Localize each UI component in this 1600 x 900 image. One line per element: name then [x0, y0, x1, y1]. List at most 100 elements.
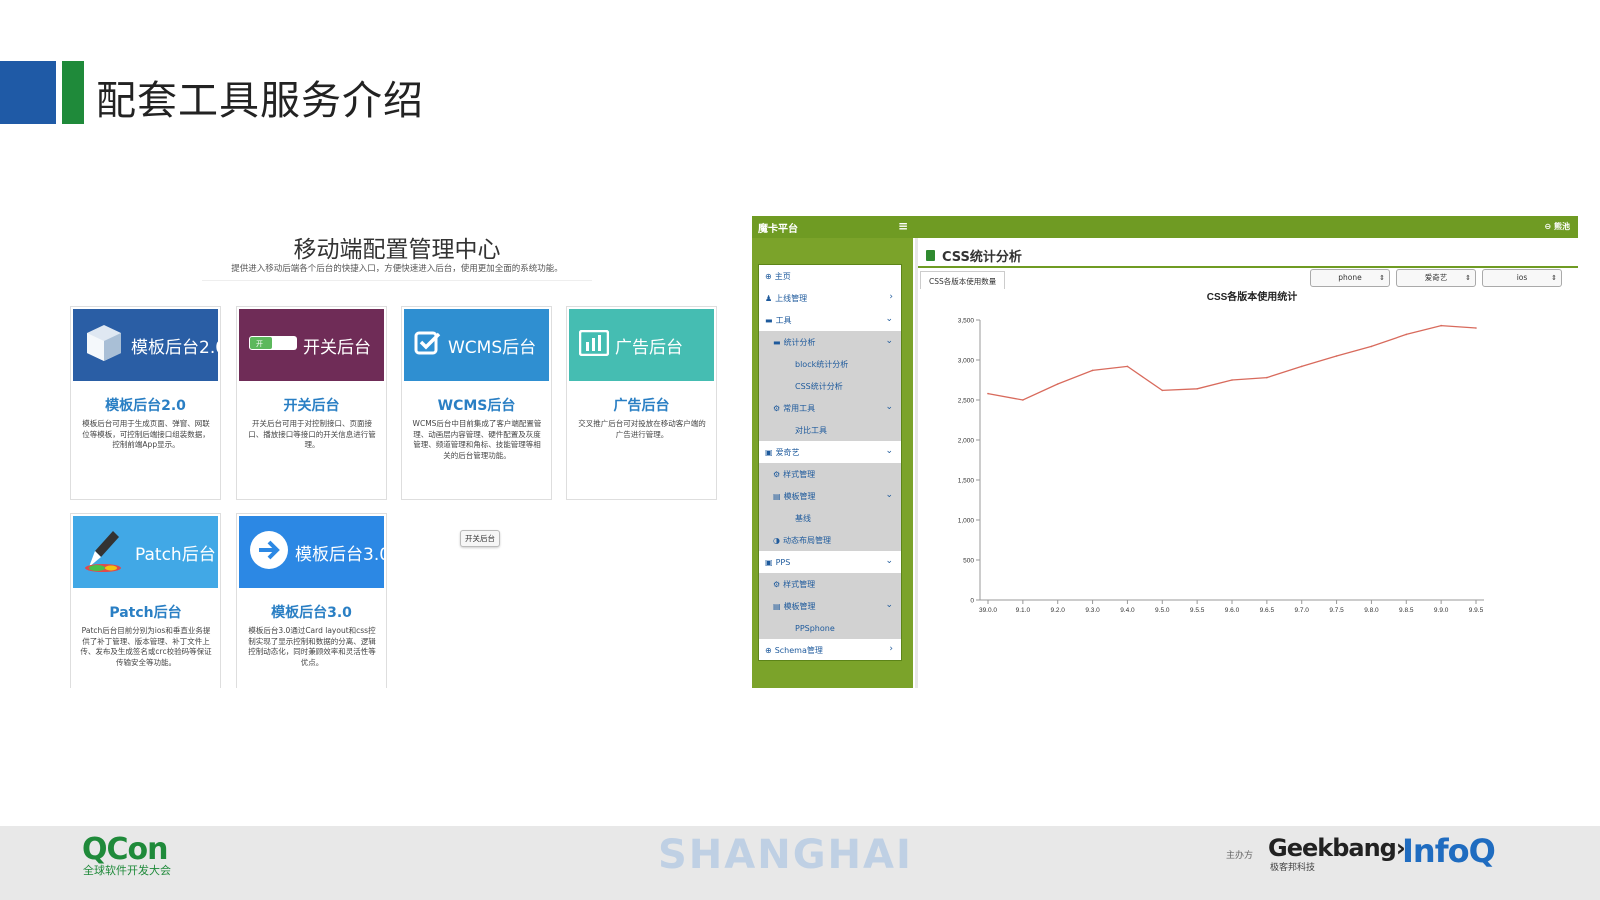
select-os-value: ios	[1516, 273, 1528, 282]
data-point	[1161, 389, 1164, 392]
data-point	[1126, 365, 1129, 368]
sidebar-item-icon: ◑	[773, 535, 780, 545]
data-point	[1440, 324, 1442, 327]
data-point	[1266, 376, 1268, 379]
chevron-icon: ⌄	[885, 600, 893, 610]
data-point	[987, 392, 989, 395]
tab-css-version-count[interactable]: CSS各版本使用数量	[920, 271, 1006, 289]
sidebar-item[interactable]: 对比工具	[759, 419, 901, 441]
document-icon	[926, 250, 935, 261]
chevron-icon: ⌄	[885, 446, 893, 456]
sidebar-item[interactable]: ⚙ 样式管理	[759, 463, 901, 485]
tool-card-title[interactable]: 开关后台	[237, 395, 386, 415]
sidebar-item-icon: ⚙	[773, 579, 781, 589]
config-center-subtitle: 提供进入移动后端各个后台的快捷入口，方便快速进入后台，使用更加全面的系统功能。	[231, 264, 563, 274]
sidebar-item-icon: ⚙	[773, 469, 781, 479]
sidebar-item-icon: ▤	[773, 491, 781, 501]
sidebar-item-label: PPSphone	[795, 623, 835, 633]
menu-toggle-icon[interactable]: ≡	[898, 219, 908, 233]
host-label: 主办方	[1226, 851, 1254, 861]
slide: 配套工具服务介绍 移动端配置管理中心 提供进入移动后端各个后台的快捷入口，方便快…	[0, 0, 1600, 900]
tool-card-description: WCMS后台中目前集成了客户端配置管理、动画层内容管理、硬件配置及灰度管理、频道…	[412, 419, 542, 460]
x-tick-label: 9.4.0	[1120, 607, 1135, 614]
sidebar-item-label: Schema管理	[774, 645, 823, 655]
tool-card[interactable]: 开开关后台 开关后台 开关后台可用于对控制接口、页面接口、播放接口等接口的开关信息进…	[236, 306, 387, 500]
tool-card-description: 模板后台3.0通过Card layout和css控制实现了显示控制和数据的分离、…	[248, 626, 376, 667]
sidebar-item[interactable]: ◑ 动态布局管理	[759, 529, 901, 551]
sidebar-item[interactable]: ▣ PPS ⌄	[759, 551, 901, 573]
sidebar-item[interactable]: ▤ 模板管理 ⌄	[759, 595, 901, 617]
select-platform[interactable]: phone ⇕	[1310, 269, 1390, 287]
tool-card-title[interactable]: 模板后台2.0	[71, 395, 220, 415]
toggle-icon: 开	[249, 335, 297, 356]
footer: QCon 全球软件开发大会 SHANGHAI 主办方 Geekbang› 极客邦…	[0, 826, 1600, 900]
tool-card-banner-label: 模板后台2.0	[131, 337, 218, 358]
tool-card-title[interactable]: 广告后台	[567, 395, 716, 415]
sidebar-item[interactable]: ▣ 爱奇艺 ⌄	[759, 441, 901, 463]
sidebar-item-icon: ⚙	[773, 403, 781, 413]
select-arrow-icon: ⇕	[1551, 274, 1557, 282]
tool-card-banner[interactable]: Patch后台	[73, 516, 218, 588]
sidebar-item[interactable]: ▤ 模板管理 ⌄	[759, 485, 901, 507]
page-title: CSS统计分析	[926, 246, 1022, 265]
tool-card-banner-label: WCMS后台	[448, 337, 537, 358]
y-tick-label: 2,500	[958, 398, 975, 405]
tool-card-banner-label: 模板后台3.0	[295, 544, 384, 565]
config-center-title: 移动端配置管理中心	[293, 237, 501, 263]
tool-card[interactable]: WCMS后台 WCMS后台 WCMS后台中目前集成了客户端配置管理、动画层内容管理、…	[401, 306, 552, 500]
tool-card-title[interactable]: Patch后台	[71, 602, 220, 622]
sidebar-item[interactable]: ⊕ Schema管理 ›	[759, 639, 901, 661]
tool-card-banner[interactable]: 广告后台	[569, 309, 714, 381]
moka-platform-screenshot: 魔卡平台 ≡ ⊖ 熊池 ⊕ 主页 ♟ 上线管理 › ▬ 工具 ⌄ ▬ 统计分析 ⌄ block统计分析…	[752, 216, 1578, 688]
chevron-icon: ⌄	[885, 336, 893, 346]
sidebar-item[interactable]: 基线	[759, 507, 901, 529]
sidebar-item-label: PPS	[775, 557, 791, 567]
sidebar-item[interactable]: ▬ 工具 ⌄	[759, 309, 901, 331]
sidebar-item-label: 基线	[795, 513, 811, 523]
sidebar-item-icon: ▬	[773, 337, 781, 347]
tool-card-banner[interactable]: 模板后台3.0	[239, 516, 384, 588]
sidebar-item[interactable]: PPSphone	[759, 617, 901, 639]
tool-card[interactable]: 模板后台3.0 模板后台3.0 模板后台3.0通过Card layout和css控制…	[236, 513, 387, 688]
tool-card-description: 交叉推广后台可对投放在移动客户端的广告进行管理。	[578, 419, 706, 439]
tool-card-banner[interactable]: 模板后台2.0	[73, 309, 218, 381]
sidebar-item[interactable]: ⊕ 主页	[759, 265, 901, 287]
tool-card[interactable]: Patch后台 Patch后台 Patch后台目前分别为ios和垂直业务提供了补丁管…	[70, 513, 221, 688]
geekbang-logo: Geekbang›	[1268, 834, 1406, 862]
tool-card[interactable]: 广告后台 广告后台 交叉推广后台可对投放在移动客户端的广告进行管理。	[566, 306, 717, 500]
x-tick-label: 9.5.0	[1155, 607, 1170, 614]
sidebar-item[interactable]: ⚙ 样式管理	[759, 573, 901, 595]
select-app[interactable]: 爱奇艺 ⇕	[1396, 269, 1476, 287]
sidebar-item-label: 样式管理	[783, 579, 816, 589]
select-os[interactable]: ios ⇕	[1482, 269, 1562, 287]
qcon-subtitle: 全球软件开发大会	[83, 864, 171, 877]
tool-card-title[interactable]: WCMS后台	[402, 395, 551, 415]
sidebar-item-icon: ⊕	[765, 645, 772, 655]
x-tick-label: 9.5.5	[1190, 607, 1205, 614]
sidebar: ⊕ 主页 ♟ 上线管理 › ▬ 工具 ⌄ ▬ 统计分析 ⌄ block统计分析 CSS统计分析 ⚙ 常用工具…	[752, 238, 913, 688]
tool-card-banner-label: Patch后台	[135, 544, 216, 565]
sidebar-item[interactable]: ⚙ 常用工具 ⌄	[759, 397, 901, 419]
sidebar-item[interactable]: block统计分析	[759, 353, 901, 375]
chart-title: CSS各版本使用统计	[1207, 290, 1298, 303]
tool-card-title[interactable]: 模板后台3.0	[237, 602, 386, 622]
x-tick-label: 9.2.0	[1050, 607, 1065, 614]
tool-card-banner-label: 开关后台	[303, 337, 371, 358]
sidebar-item[interactable]: ♟ 上线管理 ›	[759, 287, 901, 309]
chevron-icon: ›	[889, 292, 893, 302]
x-tick-label: 9.8.0	[1364, 607, 1379, 614]
user-menu[interactable]: ⊖ 熊池	[1545, 221, 1571, 232]
y-tick-label: 2,000	[958, 438, 975, 445]
tool-card-banner[interactable]: 开 开关后台	[239, 309, 384, 381]
sidebar-item-icon: ▣	[765, 447, 773, 457]
y-tick-label: 0	[970, 598, 974, 605]
divider	[202, 280, 592, 281]
chevron-icon: ⌄	[885, 556, 893, 566]
tool-card-banner[interactable]: WCMS后台	[404, 309, 549, 381]
slide-title: 配套工具服务介绍	[96, 78, 424, 124]
tool-card[interactable]: 模板后台2.0 模板后台2.0 模板后台可用于生成页面、弹窗、网联位等模板，可控制后…	[70, 306, 221, 500]
sidebar-item[interactable]: CSS统计分析	[759, 375, 901, 397]
brand-name[interactable]: 魔卡平台	[758, 220, 798, 235]
title-accent-blue	[0, 61, 56, 124]
sidebar-item[interactable]: ▬ 统计分析 ⌄	[759, 331, 901, 353]
